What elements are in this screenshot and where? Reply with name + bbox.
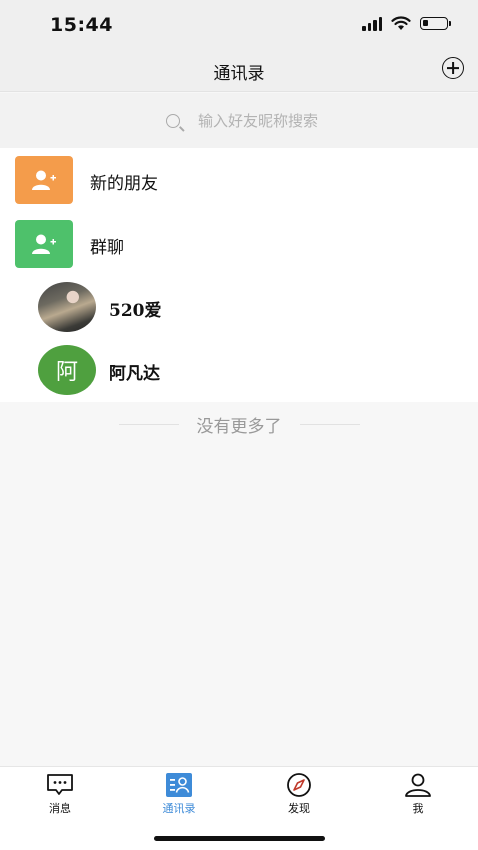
search-icon bbox=[165, 113, 180, 128]
home-indicator bbox=[154, 836, 325, 841]
compass-icon bbox=[287, 773, 311, 797]
tab-label: 发现 bbox=[288, 802, 310, 815]
list-end-text: 没有更多了 bbox=[196, 416, 282, 437]
search-input[interactable]: 输入好友昵称搜索 bbox=[198, 110, 318, 131]
page-title: 通讯录 bbox=[213, 64, 265, 84]
navigation-bar: 通讯录 bbox=[0, 48, 478, 92]
profile-icon bbox=[405, 773, 431, 797]
add-person-icon bbox=[32, 234, 56, 254]
list-end-note: 没有更多了 bbox=[0, 402, 478, 446]
contacts-list: 新的朋友 群聊 bbox=[0, 148, 478, 276]
search-bar[interactable]: 输入好友昵称搜索 bbox=[0, 93, 478, 148]
group-chat-item[interactable]: 群聊 bbox=[0, 212, 478, 276]
status-bar: 15:44 bbox=[0, 0, 478, 48]
tab-label: 我 bbox=[412, 802, 424, 815]
new-friends-item[interactable]: 新的朋友 bbox=[0, 148, 478, 212]
cellular-signal-icon bbox=[362, 16, 382, 31]
tab-contacts[interactable]: 通讯录 bbox=[139, 773, 219, 816]
tab-me[interactable]: 我 bbox=[378, 773, 458, 816]
tab-messages[interactable]: 消息 bbox=[20, 773, 100, 816]
divider bbox=[118, 423, 179, 425]
group-chat-label: 群聊 bbox=[90, 238, 124, 258]
tab-discover[interactable]: 发现 bbox=[259, 773, 339, 816]
tab-label: 消息 bbox=[49, 802, 71, 815]
add-person-icon bbox=[32, 170, 56, 190]
avatar: 阿 bbox=[38, 345, 96, 395]
message-icon bbox=[47, 774, 73, 795]
contact-name: 520爱 bbox=[109, 301, 162, 321]
divider bbox=[299, 423, 360, 425]
new-friends-label: 新的朋友 bbox=[90, 174, 158, 194]
wifi-icon bbox=[391, 16, 411, 30]
avatar bbox=[38, 282, 96, 332]
new-friends-icon bbox=[15, 156, 73, 204]
add-contact-button[interactable] bbox=[442, 57, 464, 79]
group-chat-icon bbox=[15, 220, 73, 268]
contact-row[interactable]: 520爱 bbox=[0, 276, 478, 339]
battery-icon bbox=[420, 17, 451, 30]
status-icons bbox=[362, 16, 451, 31]
contact-name: 阿凡达 bbox=[109, 364, 160, 384]
contacts-icon bbox=[166, 773, 192, 797]
tab-label: 通讯录 bbox=[162, 802, 196, 815]
status-time: 15:44 bbox=[50, 14, 113, 36]
contact-row[interactable]: 阿 阿凡达 bbox=[0, 339, 478, 402]
